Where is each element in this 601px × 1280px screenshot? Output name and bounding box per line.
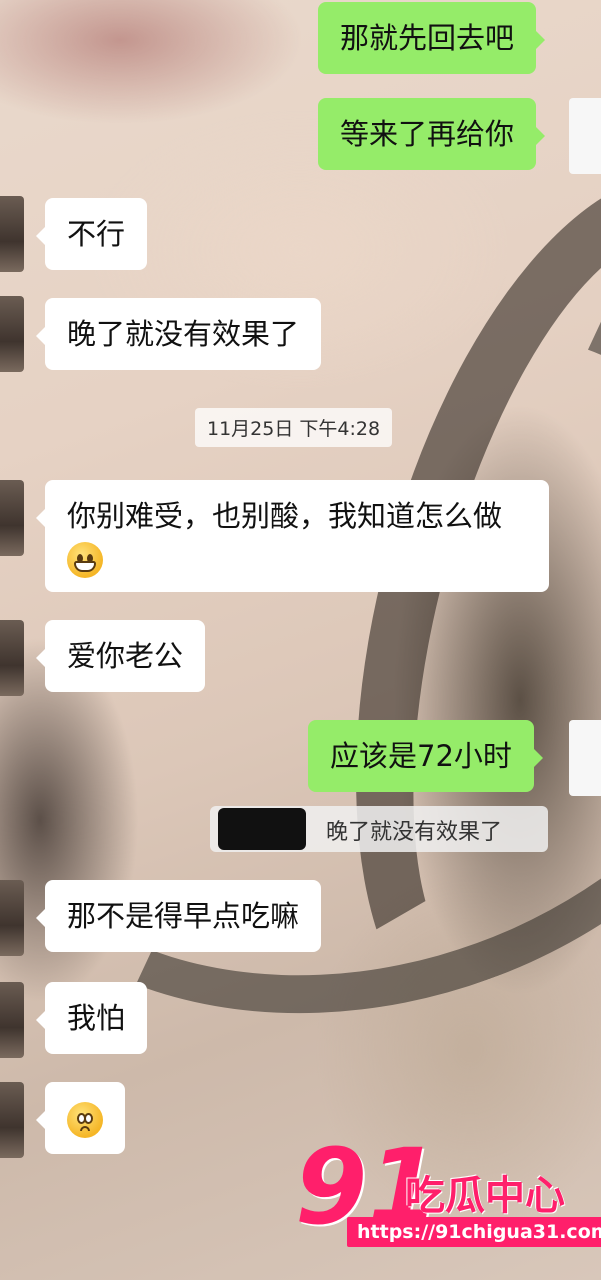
message-bubble-incoming[interactable]: 那不是得早点吃嘛: [35, 880, 322, 952]
message-text: 那就先回去吧: [340, 21, 515, 55]
avatar-contact[interactable]: [0, 880, 24, 956]
message-bubble-incoming[interactable]: 晚了就没有效果了: [35, 298, 322, 370]
message-text: 我怕: [67, 1001, 126, 1035]
grinning-emoji-icon: [67, 542, 103, 578]
message-text: 你别难受，也别酸，我知道怎么做: [67, 499, 503, 533]
avatar-contact[interactable]: [0, 1082, 24, 1158]
message-text: 晚了就没有效果了: [67, 317, 300, 351]
message-text: 不行: [67, 217, 126, 251]
avatar-self[interactable]: [569, 98, 601, 174]
message-bubble-incoming[interactable]: 不行: [35, 198, 148, 270]
chat-timestamp: 11月25日 下午4:28: [195, 408, 393, 447]
avatar-contact[interactable]: [0, 480, 24, 556]
message-text: 等来了再给你: [340, 117, 515, 151]
message-bubble-incoming[interactable]: [36, 1082, 125, 1154]
message-bubble-incoming[interactable]: 我怕: [35, 982, 148, 1054]
message-bubble-outgoing[interactable]: 应该是72小时: [308, 720, 543, 792]
quoted-text: 晚了就没有效果了: [326, 820, 503, 845]
message-text: 应该是72小时: [330, 739, 512, 773]
message-text: 那不是得早点吃嘛: [67, 899, 300, 933]
avatar-contact[interactable]: [0, 196, 24, 272]
avatar-contact[interactable]: [0, 296, 24, 372]
watermark-site-name: 吃瓜中心: [405, 1173, 565, 1219]
redacted-name: [218, 808, 306, 850]
worried-face-emoji-icon: [67, 1102, 103, 1138]
message-bubble-incoming[interactable]: 爱你老公: [35, 620, 206, 692]
message-bubble-outgoing[interactable]: 等来了再给你: [318, 98, 546, 170]
avatar-contact[interactable]: [0, 982, 24, 1058]
message-text: 爱你老公: [67, 639, 184, 673]
quoted-message[interactable]: 晚了就没有效果了: [210, 806, 548, 852]
avatar-contact[interactable]: [0, 620, 24, 696]
avatar-self[interactable]: [569, 720, 601, 796]
message-bubble-incoming[interactable]: 你别难受，也别酸，我知道怎么做: [36, 480, 549, 592]
site-watermark: 91 吃瓜中心 https://91chigua31.com: [295, 1135, 601, 1255]
watermark-url: https://91chigua31.com: [347, 1217, 601, 1247]
message-bubble-outgoing[interactable]: 那就先回去吧: [318, 2, 546, 74]
